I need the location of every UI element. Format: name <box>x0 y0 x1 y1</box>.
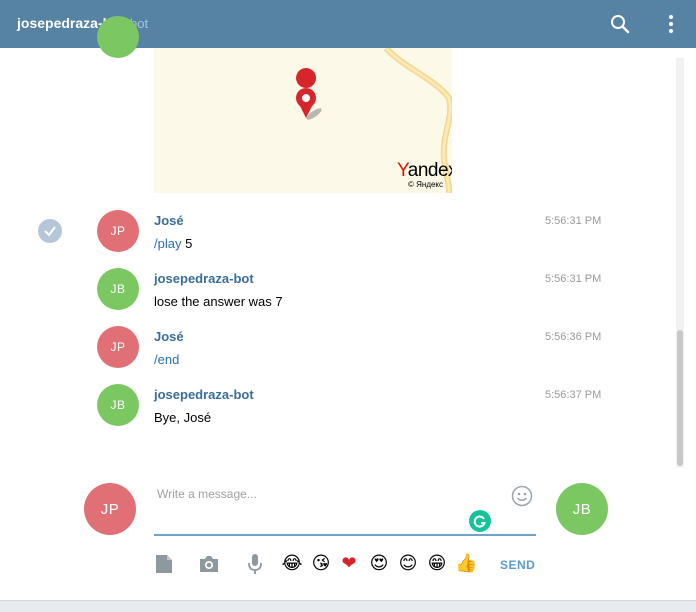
camera-icon[interactable] <box>198 552 220 576</box>
message-author[interactable]: José <box>154 329 184 344</box>
selected-check-icon[interactable] <box>38 219 62 243</box>
emoji-thumbs-up[interactable]: 👍 <box>455 553 477 575</box>
emoji-tears-of-joy[interactable]: 😂 <box>281 553 303 575</box>
emoji-heart[interactable]: ❤ <box>338 553 360 575</box>
bottom-border <box>0 600 696 612</box>
chat-window: josepedraza-bot bot Yandex © Яндекс <box>0 0 696 612</box>
peer-avatar[interactable]: JB <box>556 483 608 535</box>
message-text: Bye, José <box>154 410 212 425</box>
map-brand-logo: Yandex <box>397 160 452 181</box>
more-vertical-icon[interactable] <box>659 12 683 36</box>
search-icon[interactable] <box>608 12 632 36</box>
my-avatar[interactable]: JP <box>84 483 136 535</box>
avatar <box>97 16 139 58</box>
message-time: 5:56:31 PM <box>545 215 602 227</box>
emoji-smile[interactable]: 😊 <box>397 553 419 575</box>
message-input-placeholder: Write a message... <box>157 487 257 501</box>
send-button[interactable]: SEND <box>500 558 535 572</box>
message-text: /play 5 <box>154 236 193 251</box>
avatar[interactable]: JB <box>97 268 139 310</box>
map-copyright: © Яндекс <box>408 180 444 189</box>
grammarly-icon[interactable] <box>469 510 491 532</box>
bot-command-link[interactable]: /play <box>154 236 181 251</box>
emoji-picker-icon[interactable] <box>511 485 533 507</box>
avatar[interactable]: JB <box>97 384 139 426</box>
emoji-heart-eyes[interactable]: 😍 <box>368 553 390 575</box>
avatar[interactable]: JP <box>97 210 139 252</box>
message-text: lose the answer was 7 <box>154 294 283 309</box>
message-time: 5:56:31 PM <box>545 273 602 285</box>
microphone-icon[interactable] <box>244 552 266 576</box>
emoji-kiss[interactable]: 😘 <box>310 553 332 575</box>
message-author[interactable]: josepedraza-bot <box>154 387 254 402</box>
message-author[interactable]: José <box>154 213 184 228</box>
location-pin-icon <box>296 68 322 120</box>
message-time: 5:56:37 PM <box>545 389 602 401</box>
message-time: 5:56:36 PM <box>545 331 602 343</box>
emoji-grin[interactable]: 😁 <box>426 553 448 575</box>
attach-file-icon[interactable] <box>153 552 175 576</box>
message-author[interactable]: josepedraza-bot <box>154 271 254 286</box>
avatar[interactable]: JP <box>97 326 139 368</box>
bot-command-link[interactable]: /end <box>154 352 179 367</box>
message-text: /end <box>154 352 179 367</box>
location-map[interactable]: Yandex © Яндекс <box>154 48 452 193</box>
scrollbar-thumb[interactable] <box>677 330 683 466</box>
